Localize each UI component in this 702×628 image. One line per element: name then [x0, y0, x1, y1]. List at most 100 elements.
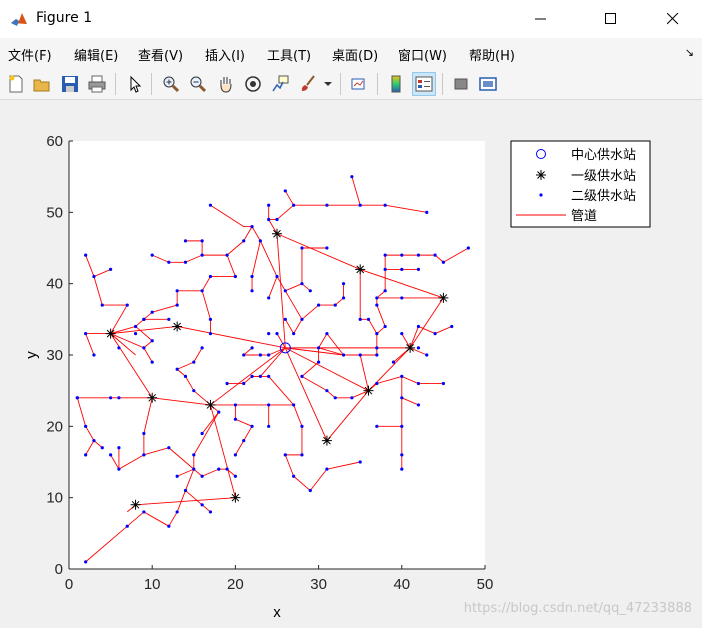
- legend-first-marker: [536, 170, 546, 180]
- menu-tools[interactable]: 工具(T): [267, 45, 311, 64]
- second-level-point: [233, 403, 237, 407]
- close-icon: [667, 13, 679, 25]
- x-tick-label: 40: [393, 576, 410, 593]
- second-level-point: [258, 239, 262, 243]
- legend-second-label: 二级供水站: [571, 189, 636, 204]
- legend-icon: [415, 76, 433, 92]
- zoom-out-button[interactable]: [186, 72, 210, 96]
- pan-button[interactable]: [214, 72, 238, 96]
- close-button[interactable]: [650, 0, 696, 38]
- save-button[interactable]: [58, 72, 82, 96]
- second-level-point: [208, 274, 213, 279]
- menu-window[interactable]: 窗口(W): [398, 45, 447, 64]
- y-tick-label: 50: [46, 204, 63, 221]
- brush-button[interactable]: [296, 72, 320, 96]
- menu-edit[interactable]: 编辑(E): [74, 45, 118, 64]
- new-figure-button[interactable]: [4, 72, 28, 96]
- second-level-point: [416, 253, 421, 257]
- hide-plot-tools-button[interactable]: [449, 72, 473, 96]
- menu-insert[interactable]: 插入(I): [205, 45, 245, 64]
- second-level-point: [416, 403, 421, 407]
- second-level-point: [117, 346, 121, 350]
- second-level-point: [383, 267, 387, 271]
- x-tick-label: 0: [65, 576, 73, 593]
- second-level-point: [283, 289, 287, 293]
- zoom-in-button[interactable]: [159, 72, 183, 96]
- menu-desktop[interactable]: 桌面(D): [332, 45, 378, 64]
- second-level-point: [375, 332, 379, 336]
- menu-help[interactable]: 帮助(H): [469, 45, 515, 64]
- second-level-point: [300, 424, 304, 428]
- second-level-point: [350, 396, 354, 400]
- second-level-point: [225, 467, 229, 471]
- second-level-point: [400, 374, 404, 378]
- second-level-point: [283, 453, 287, 457]
- second-level-point: [109, 396, 113, 400]
- second-level-point: [300, 282, 304, 286]
- colorbar-button[interactable]: [384, 72, 408, 96]
- second-level-point: [267, 203, 271, 207]
- second-level-point: [267, 217, 271, 222]
- second-level-point: [250, 289, 254, 293]
- second-level-point: [325, 389, 329, 393]
- second-level-point: [183, 488, 188, 493]
- menu-file[interactable]: 文件(F): [8, 45, 52, 64]
- second-level-point: [217, 467, 221, 471]
- legend-second-marker: [539, 193, 543, 197]
- second-level-point: [84, 453, 88, 457]
- second-level-point: [167, 446, 171, 450]
- second-level-point: [250, 346, 254, 350]
- second-level-point: [441, 381, 445, 386]
- link-plot-button[interactable]: [347, 72, 371, 96]
- second-level-point: [358, 353, 362, 357]
- maximize-button[interactable]: [588, 0, 634, 38]
- brush-dropdown[interactable]: [322, 72, 334, 96]
- second-level-point: [175, 303, 179, 307]
- data-cursor-button[interactable]: [268, 72, 292, 96]
- second-level-point: [283, 189, 287, 193]
- zoom-in-icon: [163, 76, 180, 93]
- minimize-button[interactable]: [518, 0, 564, 38]
- legend-button[interactable]: [412, 72, 436, 96]
- show-plot-tools-button[interactable]: [476, 72, 500, 96]
- print-button[interactable]: [85, 72, 109, 96]
- y-tick-label: 40: [46, 276, 63, 293]
- second-level-point: [142, 453, 146, 457]
- second-level-point: [383, 203, 387, 207]
- second-level-point: [375, 296, 379, 300]
- x-tick-label: 30: [310, 576, 327, 593]
- second-level-point: [383, 253, 387, 257]
- legend-first-label: 一级供水站: [571, 169, 636, 184]
- first-level-point: [321, 435, 332, 446]
- second-level-point: [333, 396, 337, 400]
- second-level-point: [416, 346, 421, 350]
- second-level-point: [167, 317, 171, 321]
- first-level-point: [130, 499, 141, 510]
- second-level-point: [208, 203, 213, 207]
- second-level-point: [333, 303, 337, 307]
- data-cursor-icon: [272, 75, 289, 92]
- second-level-point: [325, 467, 329, 471]
- second-level-point: [242, 439, 246, 443]
- menu-view[interactable]: 查看(V): [138, 45, 183, 64]
- second-level-point: [267, 296, 271, 300]
- second-level-point: [200, 289, 204, 293]
- rotate-3d-button[interactable]: [241, 72, 265, 96]
- print-icon: [88, 75, 106, 93]
- legend[interactable]: 中心供水站 一级供水站 二级供水站 管道: [510, 140, 651, 228]
- second-level-point: [242, 239, 246, 243]
- second-level-point: [375, 381, 379, 386]
- second-level-point: [317, 303, 321, 307]
- second-level-point: [192, 389, 196, 393]
- second-level-point: [391, 360, 396, 364]
- second-level-point: [109, 267, 113, 271]
- first-level-point: [230, 492, 241, 503]
- second-level-point: [150, 339, 154, 343]
- dock-arrow-icon[interactable]: ↘: [685, 46, 694, 59]
- toolbar: [0, 68, 702, 100]
- open-file-button[interactable]: [30, 72, 54, 96]
- second-level-point: [300, 317, 304, 321]
- dock-icon: [479, 77, 497, 91]
- select-button[interactable]: [123, 72, 147, 96]
- second-level-point: [466, 246, 470, 250]
